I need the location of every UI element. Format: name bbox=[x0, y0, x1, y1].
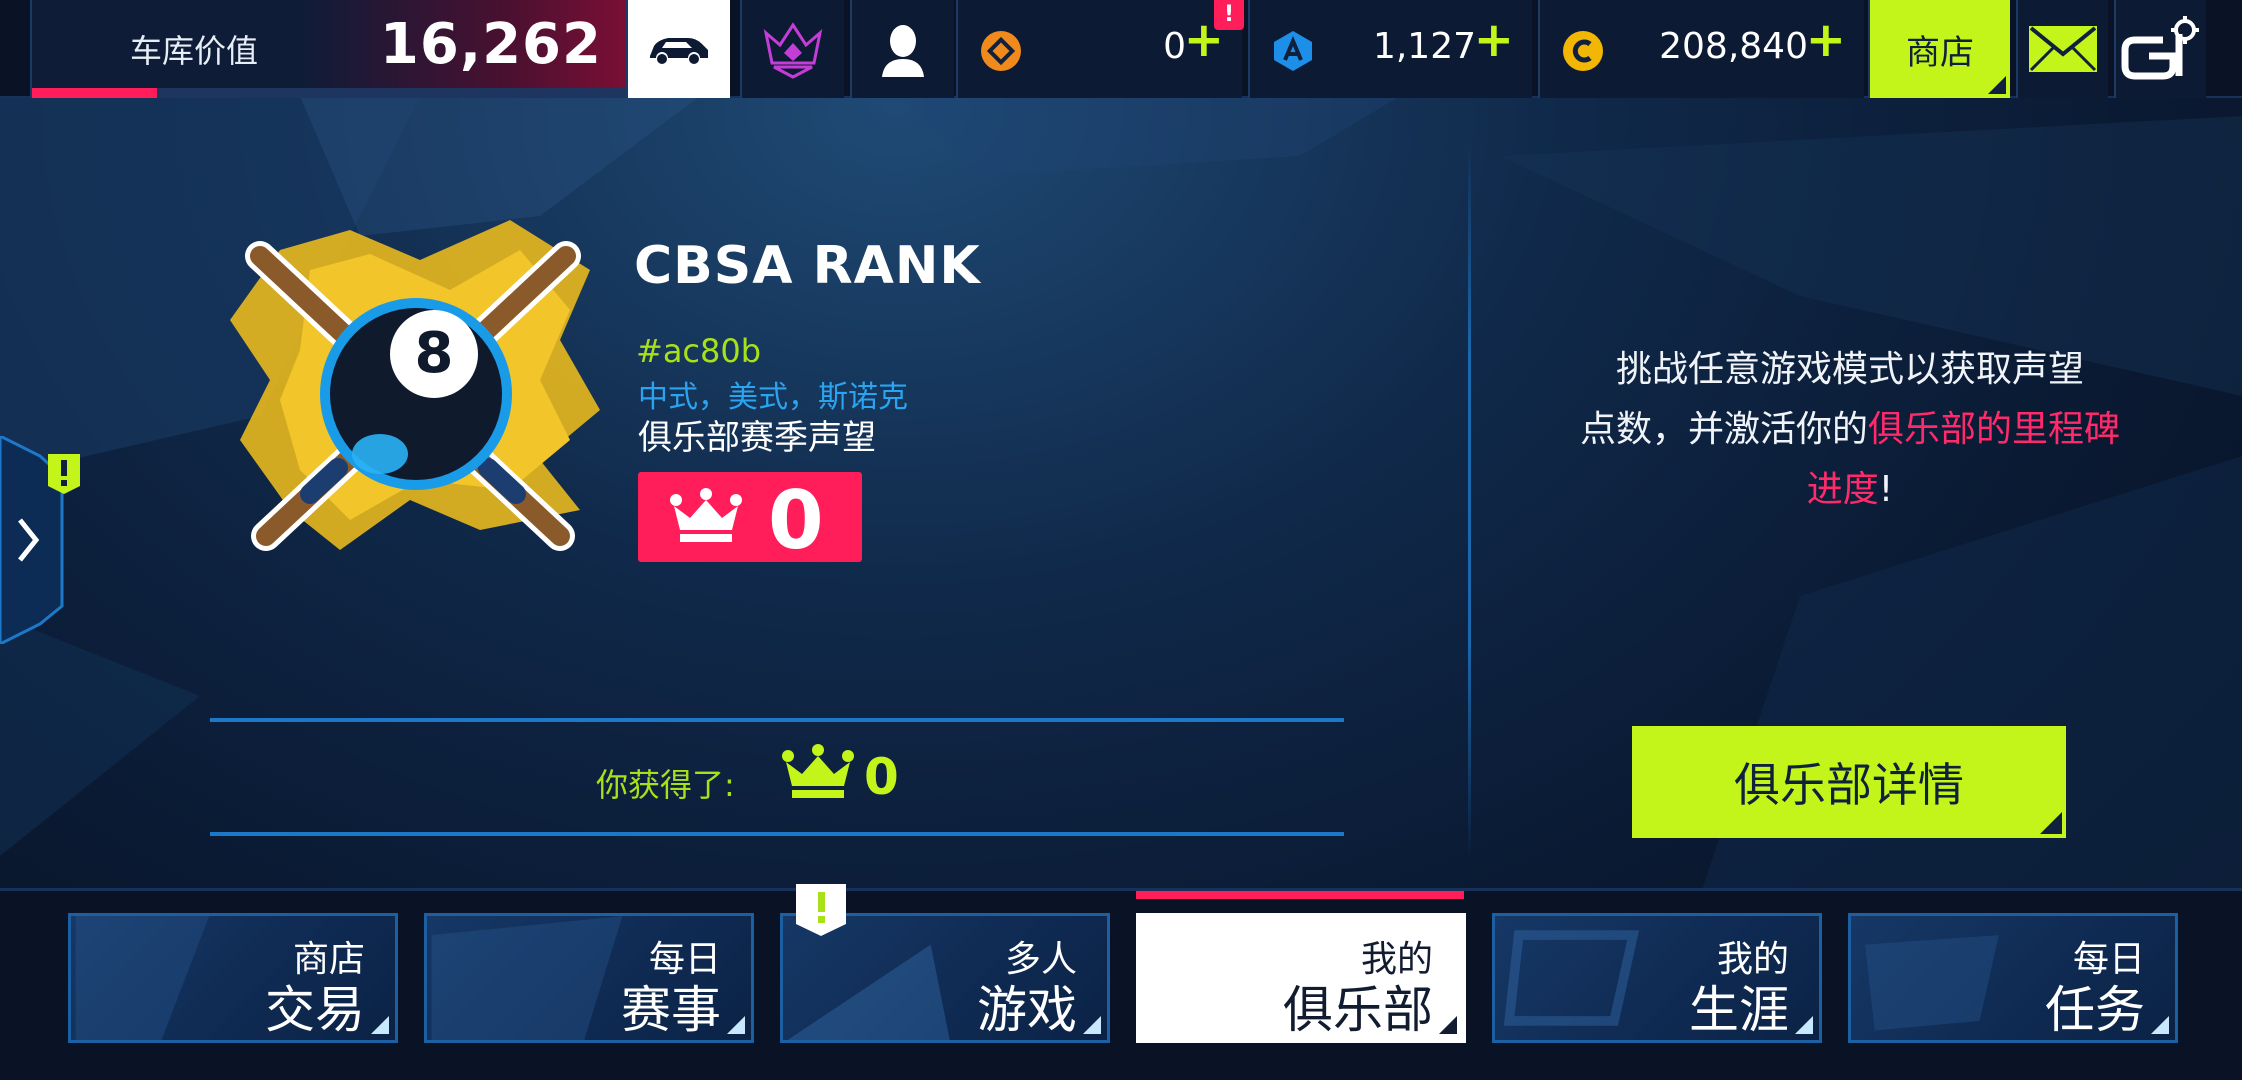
nav-daily-missions[interactable]: 每日 任务 bbox=[1848, 913, 2178, 1043]
car-icon bbox=[650, 38, 708, 64]
panel-divider bbox=[1468, 140, 1471, 860]
credits-add-button[interactable]: + bbox=[1806, 16, 1846, 64]
nav-item-line2: 赛事 bbox=[621, 981, 721, 1039]
earned-label: 你获得了: bbox=[596, 766, 735, 804]
club-crown-button[interactable] bbox=[740, 0, 844, 98]
garage-value-panel: 车库价值 16,262 bbox=[30, 0, 626, 98]
nav-item-line2: 游戏 bbox=[977, 981, 1077, 1039]
corner-indicator bbox=[1439, 1016, 1457, 1034]
nav-item-line2: 俱乐部 bbox=[1283, 981, 1433, 1039]
prestige-badge: 0 bbox=[638, 472, 862, 567]
garage-value-label: 车库价值 bbox=[130, 32, 259, 70]
shop-button[interactable]: 商店 bbox=[1868, 0, 2010, 98]
season-prestige-label: 俱乐部赛季声望 bbox=[638, 418, 876, 458]
info-line-3-text: ! bbox=[1878, 469, 1894, 510]
corner-indicator bbox=[2151, 1016, 2169, 1034]
garage-progress-bar bbox=[32, 88, 626, 98]
bottom-navigation: 商店 交易 每日 赛事 多人 游戏 我的 俱乐部 我的 生涯 每日 任务 bbox=[0, 888, 2242, 1080]
nav-shop-deals[interactable]: 商店 交易 bbox=[68, 913, 398, 1043]
crown-emblem-icon bbox=[763, 22, 823, 79]
tokens-currency[interactable]: 0 + bbox=[956, 0, 1242, 98]
club-details-label: 俱乐部详情 bbox=[1734, 759, 1964, 811]
nav-item-line2: 任务 bbox=[2045, 981, 2145, 1039]
billiards-emblem-icon: 8 bbox=[230, 220, 600, 551]
crown-icon bbox=[670, 488, 742, 542]
club-tag: #ac80b bbox=[636, 332, 762, 370]
nav-item-line2: 交易 bbox=[265, 981, 365, 1039]
garage-progress-fill bbox=[32, 88, 157, 98]
tokens-value: 0 bbox=[1163, 26, 1186, 67]
nav-item-line2: 生涯 bbox=[1689, 981, 1789, 1039]
club-details-button[interactable]: 俱乐部详情 bbox=[1632, 726, 2066, 838]
info-line-3-highlight: 进度 bbox=[1806, 469, 1879, 510]
garage-car-button[interactable] bbox=[626, 0, 730, 98]
gameloft-settings-icon bbox=[2121, 16, 2199, 80]
multiplayer-alert-icon bbox=[796, 884, 846, 936]
info-line-3: 进度! bbox=[1540, 460, 2160, 520]
top-bar: 车库价值 16,262 0 + ! 1,127 + 208,840 + 商店 bbox=[0, 0, 2242, 98]
earned-value: 0 bbox=[864, 748, 899, 806]
nav-daily-events[interactable]: 每日 赛事 bbox=[424, 913, 754, 1043]
info-line-2: 点数，并激活你的俱乐部的里程碑 bbox=[1540, 400, 2160, 460]
apoints-currency[interactable]: 1,127 + bbox=[1248, 0, 1532, 98]
nav-my-career[interactable]: 我的 生涯 bbox=[1492, 913, 1822, 1043]
mail-button[interactable] bbox=[2016, 0, 2108, 98]
crown-icon bbox=[782, 744, 854, 798]
rank-title: CBSA RANK bbox=[634, 236, 981, 296]
info-line-1: 挑战任意游戏模式以获取声望 bbox=[1615, 349, 2084, 390]
nav-my-club[interactable]: 我的 俱乐部 bbox=[1136, 913, 1466, 1043]
prestige-value: 0 bbox=[768, 474, 824, 567]
divider-top bbox=[210, 718, 1344, 722]
side-alert-icon bbox=[48, 454, 80, 494]
garage-value: 16,262 bbox=[379, 12, 602, 77]
settings-button[interactable] bbox=[2114, 0, 2206, 98]
apoints-value: 1,127 bbox=[1372, 26, 1476, 67]
token-icon bbox=[981, 31, 1021, 71]
prestige-info-text: 挑战任意游戏模式以获取声望 点数，并激活你的俱乐部的里程碑 进度! bbox=[1540, 340, 2160, 520]
active-tab-indicator bbox=[1136, 891, 1464, 899]
profile-button[interactable] bbox=[850, 0, 954, 98]
divider-bottom bbox=[210, 832, 1344, 836]
corner-indicator bbox=[371, 1016, 389, 1034]
svg-text:8: 8 bbox=[415, 321, 454, 386]
credits-currency[interactable]: 208,840 + bbox=[1538, 0, 1864, 98]
mail-icon bbox=[2029, 26, 2097, 72]
info-line-2-text: 点数，并激活你的 bbox=[1579, 409, 1868, 450]
credits-value: 208,840 bbox=[1659, 26, 1808, 67]
corner-indicator bbox=[1988, 76, 2006, 94]
apoints-icon bbox=[1274, 31, 1312, 71]
tokens-alert-badge: ! bbox=[1214, 0, 1244, 30]
avatar-icon bbox=[882, 25, 924, 77]
corner-indicator bbox=[727, 1016, 745, 1034]
game-screen: 车库价值 16,262 0 + ! 1,127 + 208,840 + 商店 8… bbox=[0, 0, 2242, 1080]
credits-icon bbox=[1563, 31, 1603, 71]
corner-indicator bbox=[1795, 1016, 1813, 1034]
apoints-add-button[interactable]: + bbox=[1474, 16, 1514, 64]
corner-indicator bbox=[2040, 812, 2062, 834]
info-line-2-highlight: 俱乐部的里程碑 bbox=[1868, 409, 2121, 450]
shop-button-label: 商店 bbox=[1906, 32, 1974, 73]
corner-indicator bbox=[1083, 1016, 1101, 1034]
